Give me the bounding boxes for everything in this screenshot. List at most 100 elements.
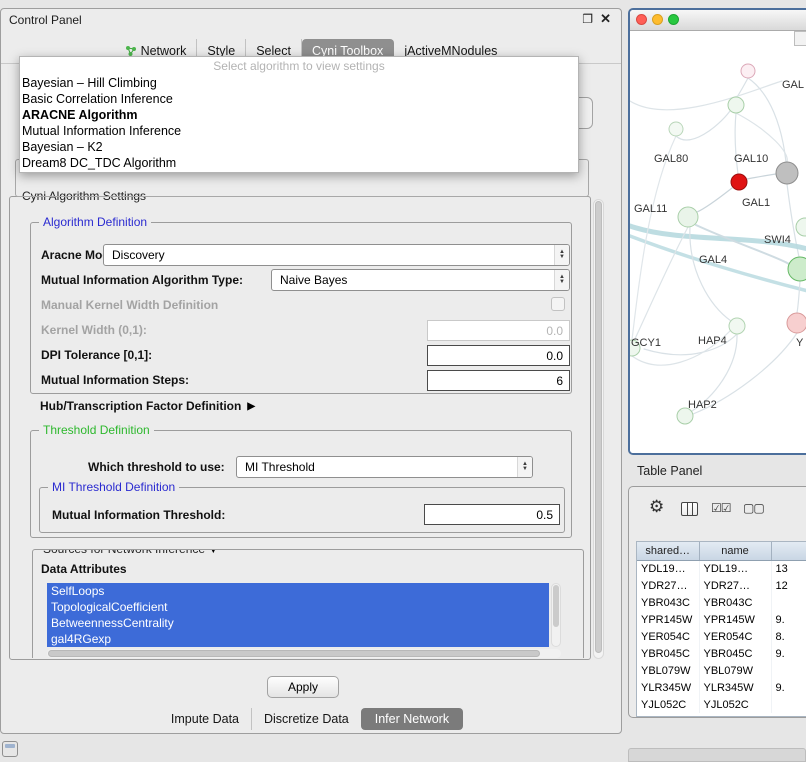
- sources-group: Sources for Network Inference ▼ Data Att…: [32, 549, 584, 658]
- node-label: GAL1: [742, 197, 770, 209]
- bottom-tabbar: Impute DataDiscretize DataInfer Network: [1, 707, 621, 731]
- node-label: HAP2: [688, 399, 717, 411]
- algorithm-option[interactable]: Mutual Information Inference: [20, 123, 578, 139]
- kernel-width-label: Kernel Width (0,1):: [41, 323, 147, 337]
- table-cell: YBR045C: [699, 645, 771, 662]
- select-all-columns-icon[interactable]: ☑☑: [711, 501, 731, 515]
- stepper-arrows-icon: ▲▼: [554, 270, 569, 290]
- table-row[interactable]: YER054CYER054C8.: [637, 628, 806, 645]
- network-node[interactable]: [741, 64, 755, 78]
- table-cell: 8.: [771, 628, 806, 645]
- dpi-tolerance-field[interactable]: 0.0: [427, 345, 570, 366]
- column-header[interactable]: name: [699, 542, 771, 560]
- algorithm-dropdown-prompt: Select algorithm to view settings: [20, 58, 578, 75]
- table-row[interactable]: YBR043CYBR043C: [637, 594, 806, 611]
- close-icon[interactable]: ✕: [600, 12, 611, 26]
- node-label: GAL: [782, 79, 804, 91]
- algorithm-option-list: Bayesian – Hill ClimbingBasic Correlatio…: [20, 75, 578, 171]
- table-row[interactable]: YBL079WYBL079W: [637, 662, 806, 679]
- attribute-item[interactable]: BetweennessCentrality: [47, 615, 549, 631]
- network-node[interactable]: [729, 318, 745, 334]
- sources-section-toggle[interactable]: Sources for Network Inference ▼: [39, 549, 222, 556]
- minimize-traffic-light-icon[interactable]: [652, 14, 663, 25]
- table-cell: YER054C: [699, 628, 771, 645]
- node-label: GCY1: [631, 337, 661, 349]
- table-cell: 13: [771, 560, 806, 577]
- scrollbar-thumb[interactable]: [553, 585, 559, 627]
- mi-threshold-field[interactable]: 0.5: [424, 504, 560, 525]
- scrollbar-thumb[interactable]: [48, 650, 540, 657]
- mi-threshold-label: Mutual Information Threshold:: [52, 508, 225, 522]
- apply-button[interactable]: Apply: [267, 676, 339, 698]
- attributes-list-scrollbar[interactable]: [551, 583, 561, 647]
- table-cell: 9.: [771, 645, 806, 662]
- table-cell: YJL052C: [637, 696, 699, 713]
- which-threshold-select[interactable]: MI Threshold ▲▼: [236, 456, 533, 478]
- algorithm-dropdown-popup: Select algorithm to view settings Bayesi…: [19, 56, 579, 173]
- table-cell: [771, 594, 806, 611]
- network-edge: [747, 174, 776, 179]
- network-edge: [697, 188, 732, 212]
- field-value: 6: [556, 374, 563, 388]
- settings-scrollbar[interactable]: [593, 199, 604, 659]
- column-header[interactable]: shared…: [637, 542, 699, 560]
- tab-discretize-data[interactable]: Discretize Data: [251, 708, 361, 730]
- network-edge: [634, 227, 688, 341]
- show-columns-icon[interactable]: [681, 502, 698, 516]
- table-cell: YBL079W: [637, 662, 699, 679]
- algorithm-option[interactable]: ARACNE Algorithm: [20, 107, 578, 123]
- mi-steps-field[interactable]: 6: [427, 370, 570, 391]
- table-row[interactable]: YPR145WYPR145W9.: [637, 611, 806, 628]
- expand-arrow-icon: ▶: [247, 401, 255, 412]
- algorithm-option[interactable]: Basic Correlation Inference: [20, 91, 578, 107]
- restore-panel-icon[interactable]: [2, 741, 18, 757]
- network-node[interactable]: [731, 174, 747, 190]
- scrollbar-thumb[interactable]: [595, 201, 602, 653]
- table-cell: 9.: [771, 679, 806, 696]
- network-node[interactable]: [796, 218, 806, 236]
- network-node[interactable]: [669, 122, 683, 136]
- collapse-arrow-icon: ▼: [208, 549, 218, 556]
- network-node[interactable]: [678, 207, 698, 227]
- node-label: GAL80: [654, 153, 688, 165]
- attribute-item[interactable]: gal4RGexp: [47, 631, 549, 647]
- network-node[interactable]: [787, 313, 806, 333]
- table-row[interactable]: YJL052CYJL052C: [637, 696, 806, 713]
- mi-algorithm-type-select[interactable]: Naive Bayes ▲▼: [271, 269, 570, 291]
- algorithm-option[interactable]: Bayesian – Hill Climbing: [20, 75, 578, 91]
- algorithm-option[interactable]: Bayesian – K2: [20, 139, 578, 155]
- network-edge: [676, 111, 730, 140]
- network-node[interactable]: [728, 97, 744, 113]
- table-row[interactable]: YBR045CYBR045C9.: [637, 645, 806, 662]
- aracne-mode-select[interactable]: Discovery ▲▼: [103, 244, 570, 266]
- network-window-titlebar[interactable]: [630, 10, 806, 31]
- network-node[interactable]: [788, 257, 806, 281]
- tab-impute-data[interactable]: Impute Data: [159, 708, 251, 730]
- manual-kernel-label: Manual Kernel Width Definition: [41, 298, 218, 312]
- attributes-list-hscrollbar[interactable]: [47, 649, 561, 658]
- tab-infer-network[interactable]: Infer Network: [361, 708, 463, 730]
- table-row[interactable]: YDL19…YDL19…13: [637, 560, 806, 577]
- network-node[interactable]: [776, 162, 798, 184]
- attribute-item[interactable]: TopologicalCoefficient: [47, 599, 549, 615]
- manual-kernel-checkbox[interactable]: [551, 297, 565, 311]
- close-traffic-light-icon[interactable]: [636, 14, 647, 25]
- network-scrollbar[interactable]: [794, 31, 806, 46]
- algorithm-option[interactable]: Dream8 DC_TDC Algorithm: [20, 155, 578, 171]
- deselect-all-columns-icon[interactable]: ▢▢: [743, 501, 764, 515]
- kernel-width-field[interactable]: 0.0: [427, 320, 570, 341]
- table-row[interactable]: YDR27…YDR27…12: [637, 577, 806, 594]
- zoom-traffic-light-icon[interactable]: [668, 14, 679, 25]
- hub-transcription-section-toggle[interactable]: Hub/Transcription Factor Definition ▶: [40, 399, 255, 413]
- window-title: Control Panel: [9, 13, 82, 27]
- gear-icon[interactable]: ⚙: [649, 497, 664, 517]
- network-canvas[interactable]: GALGAL80GAL10GAL11GAL1SWI4GAL4GCY1HAP4HA…: [630, 31, 806, 453]
- table-row[interactable]: YLR345WYLR345W9.: [637, 679, 806, 696]
- table-cell: 9.: [771, 611, 806, 628]
- float-window-icon[interactable]: ❐: [582, 12, 593, 26]
- table-cell: [771, 696, 806, 713]
- attribute-item[interactable]: SelfLoops: [47, 583, 549, 599]
- column-bars-icon: [687, 503, 688, 515]
- column-header[interactable]: [771, 542, 806, 560]
- table-cell: YBL079W: [699, 662, 771, 679]
